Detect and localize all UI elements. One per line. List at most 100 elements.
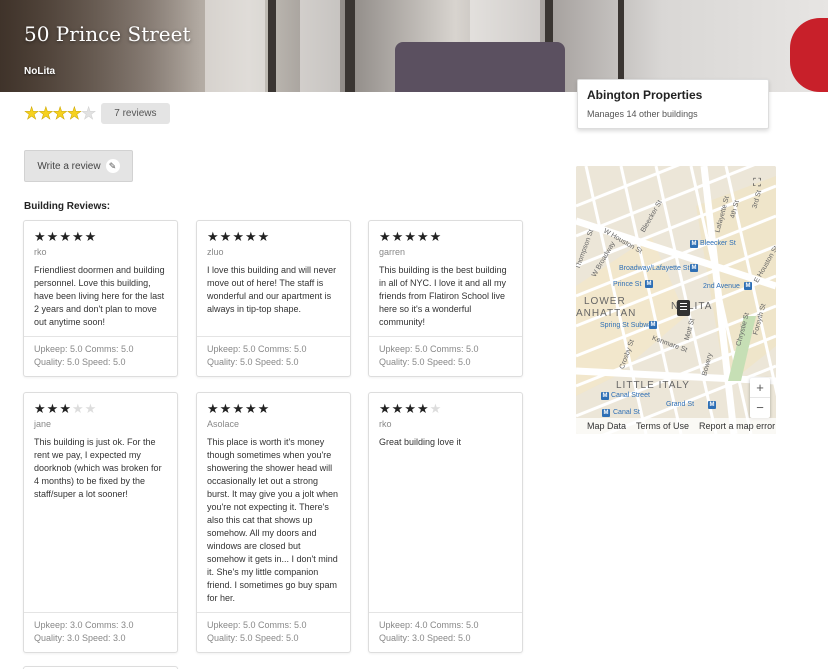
star-filled-icon: ★ [59,401,72,416]
building-rating: ★★★★★ 7 reviews [24,103,170,124]
map-area-label: ANHATTAN [576,308,637,319]
subway-icon: M [744,282,752,290]
hero-sofa [395,42,565,92]
review-stars: ★★★★★ [197,221,350,244]
hero-window-frame [345,0,355,92]
reviews-count-badge[interactable]: 7 reviews [101,103,170,124]
map-label: Spring St Subway [600,322,656,329]
subway-icon: M [708,401,716,409]
hero-window [205,0,265,92]
map-label: Broadway/Lafayette St [619,265,690,272]
map-label: Canal St [613,409,640,416]
location-map[interactable]: Bleecker St W Houston St W Broadway Thom… [576,166,776,434]
star-filled-icon: ★ [257,401,271,416]
review-text: Great building love it [379,437,462,447]
star-filled-icon: ★ [391,229,405,244]
star-filled-icon: ★ [66,103,82,123]
map-data-link[interactable]: Map Data [587,421,626,431]
review-author: Asolace [207,419,240,429]
star-filled-icon: ★ [244,401,258,416]
write-review-button[interactable]: Write a review ✎ [24,150,133,182]
review-scores: Upkeep: 5.0 Comms: 5.0 Quality: 5.0 Spee… [369,336,522,376]
subway-icon: M [601,392,609,400]
star-filled-icon: ★ [219,401,233,416]
zoom-out-button[interactable]: − [750,398,770,418]
review-scores-line2: Quality: 5.0 Speed: 5.0 [379,357,471,367]
review-text: This building is the best building in al… [379,265,507,327]
review-stars: ★★★★★ [24,221,177,244]
star-empty-icon: ★ [429,401,443,416]
review-scores-line1: Upkeep: 4.0 Comms: 5.0 [379,620,479,630]
star-filled-icon: ★ [257,229,271,244]
star-filled-icon: ★ [59,229,72,244]
review-stars: ★★★★★ [369,393,522,416]
star-filled-icon: ★ [34,401,47,416]
star-filled-icon: ★ [219,229,233,244]
star-filled-icon: ★ [34,229,47,244]
map-footer: Map Data Terms of Use Report a map error [576,418,776,434]
review-scores-line2: Quality: 3.0 Speed: 3.0 [34,633,126,643]
terms-of-use-link[interactable]: Terms of Use [636,421,689,431]
star-filled-icon: ★ [416,401,430,416]
review-text: This place is worth it's money though so… [207,437,339,603]
review-scores: Upkeep: 3.0 Comms: 3.0 Quality: 3.0 Spee… [24,612,177,652]
review-scores: Upkeep: 5.0 Comms: 5.0 Quality: 5.0 Spee… [197,612,350,652]
building-marker-icon[interactable] [677,300,690,316]
star-filled-icon: ★ [52,103,68,123]
reviews-section-label: Building Reviews: [24,201,111,212]
report-map-error-link[interactable]: Report a map error [699,421,775,431]
hero-window [300,0,340,92]
review-card: ★★★★★ garren This building is the best b… [368,220,523,377]
star-filled-icon: ★ [379,401,392,416]
review-card: ★★★★★ zluo I love this building and will… [196,220,351,377]
review-author: rko [379,419,392,429]
star-filled-icon: ★ [379,229,392,244]
hero-chair [790,18,828,92]
star-filled-icon: ★ [207,401,220,416]
star-empty-icon: ★ [71,401,85,416]
star-filled-icon: ★ [416,229,430,244]
star-filled-icon: ★ [391,401,405,416]
star-filled-icon: ★ [404,229,417,244]
review-scores-line1: Upkeep: 5.0 Comms: 5.0 [379,344,479,354]
subway-icon: M [690,240,698,248]
review-author: jane [34,419,52,429]
star-filled-icon: ★ [84,229,98,244]
map-area-label: LITTLE ITALY [616,380,690,391]
star-filled-icon: ★ [24,103,40,123]
star-filled-icon: ★ [71,229,85,244]
review-scores: Upkeep: 5.0 Comms: 5.0 Quality: 5.0 Spee… [24,336,177,376]
review-scores-line2: Quality: 5.0 Speed: 5.0 [207,357,299,367]
star-filled-icon: ★ [46,401,60,416]
rating-stars: ★★★★★ [24,103,97,124]
map-label: Prince St [613,281,642,288]
subway-icon: M [602,409,610,417]
review-text: I love this building and will never move… [207,265,337,314]
map-area-label: LOWER [584,296,626,307]
star-filled-icon: ★ [46,229,60,244]
fullscreen-icon[interactable]: ⛶ [750,176,764,190]
review-stars: ★★★★★ [197,393,350,416]
review-stars: ★★★★★ [24,393,177,416]
map-label: 2nd Avenue [703,283,740,290]
map-label: Bleecker St [700,240,736,247]
review-scores-line2: Quality: 5.0 Speed: 5.0 [34,357,126,367]
hero-window-frame [268,0,276,92]
star-filled-icon: ★ [244,229,258,244]
map-label: Grand St [666,401,695,408]
subway-icon: M [690,264,698,272]
review-scores-line1: Upkeep: 5.0 Comms: 5.0 [207,344,307,354]
review-scores: Upkeep: 5.0 Comms: 5.0 Quality: 5.0 Spee… [197,336,350,376]
owner-name[interactable]: Abington Properties [587,88,759,102]
hero-shade [0,0,200,92]
review-card: ★★★★★ rko Friendliest doormen and buildi… [23,220,178,377]
star-filled-icon: ★ [38,103,54,123]
zoom-in-button[interactable]: + [750,378,770,398]
zoom-controls: + − [750,378,770,418]
review-stars: ★★★★★ [369,221,522,244]
review-scores-line2: Quality: 5.0 Speed: 5.0 [207,633,299,643]
owner-card[interactable]: Abington Properties Manages 14 other bui… [577,79,769,129]
review-author: garren [379,247,406,257]
review-scores-line1: Upkeep: 5.0 Comms: 5.0 [207,620,307,630]
review-card: ★★★★★ Asolace This place is worth it's m… [196,392,351,653]
